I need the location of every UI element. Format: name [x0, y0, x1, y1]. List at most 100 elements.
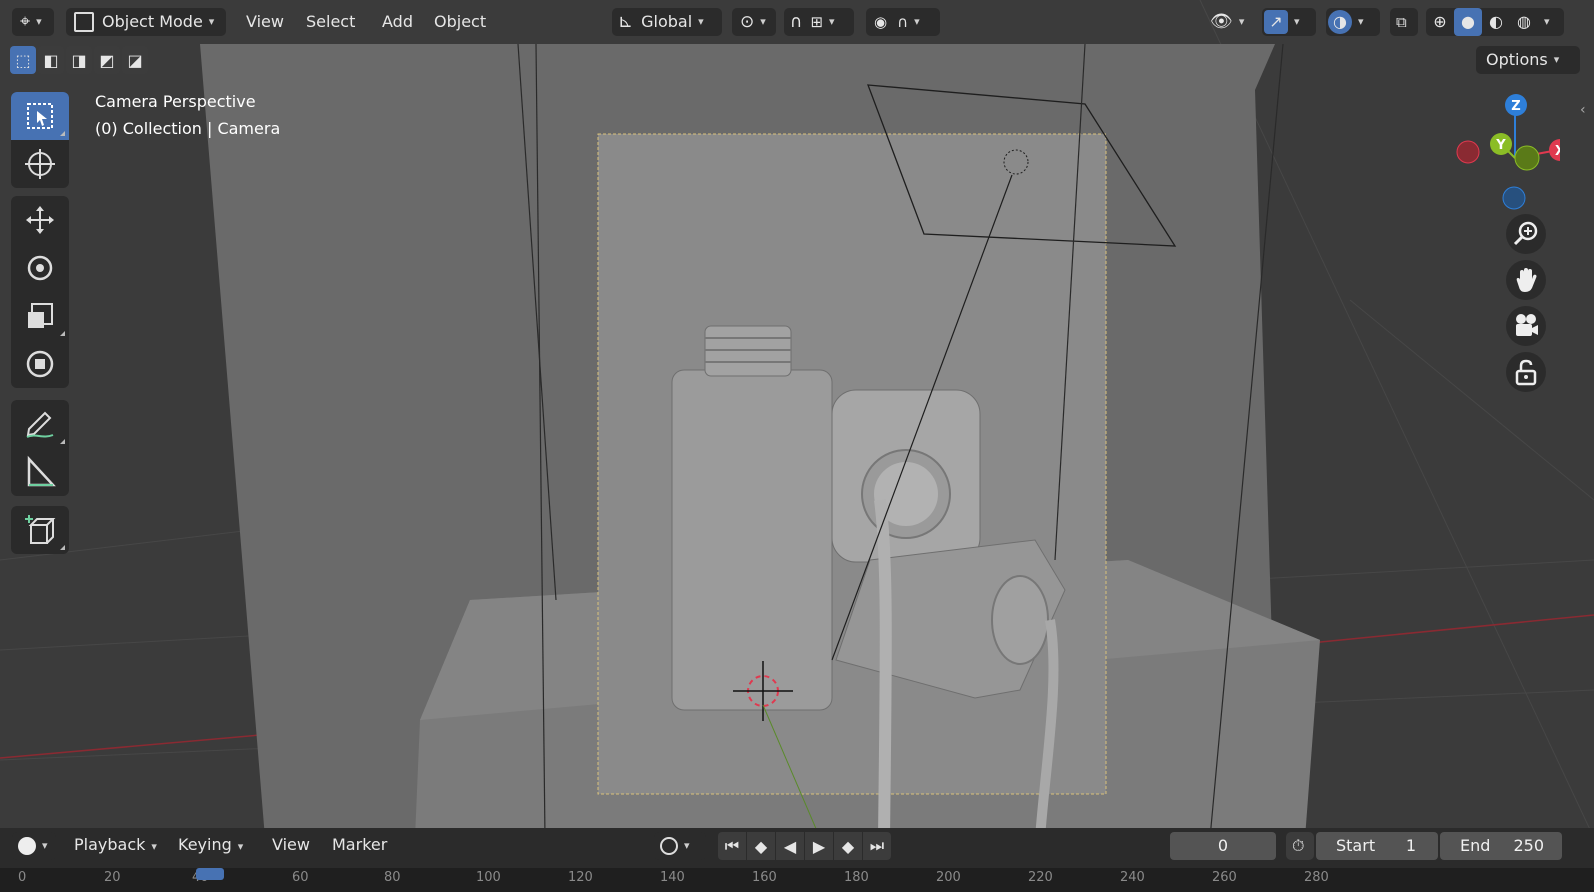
select-box-icon [27, 103, 53, 129]
transform-icon [26, 350, 54, 378]
current-frame-field[interactable]: 0 [1170, 832, 1276, 860]
menu-add[interactable]: Add [374, 8, 421, 36]
neg-y-axis-handle[interactable] [1514, 145, 1540, 171]
snap-toggle[interactable]: ∩ ⊞ ▾ [784, 8, 854, 36]
use-preview-range-toggle[interactable]: ⏱ [1286, 832, 1314, 860]
prev-keyframe-button[interactable]: ◆ [747, 832, 775, 860]
ruler-tick: 200 [936, 870, 961, 885]
jump-start-button[interactable]: ⏮ [718, 832, 746, 860]
select-extend-icon[interactable]: ◧ [38, 46, 64, 74]
ruler-tick: 220 [1028, 870, 1053, 885]
neg-z-axis-handle[interactable] [1502, 186, 1526, 210]
options-dropdown[interactable]: Options ▾ [1476, 46, 1580, 74]
end-value: 250 [1513, 836, 1544, 855]
visibility-dropdown[interactable]: 👁 ▾ [1210, 8, 1254, 36]
xray-toggle[interactable]: ⧉ [1390, 8, 1418, 36]
navigation-gizmo[interactable]: Z Y X [1430, 90, 1560, 220]
viewport-header: ⌖ ▾ Object Mode ▾ View Select Add Object … [0, 0, 1594, 44]
menu-select[interactable]: Select [298, 8, 363, 36]
3d-viewport[interactable]: ⌖ ▾ Object Mode ▾ View Select Add Object … [0, 0, 1594, 838]
move-tool[interactable] [11, 196, 69, 244]
y-axis-label: Y [1495, 138, 1506, 153]
camera-icon [1516, 314, 1538, 336]
end-label: End [1460, 836, 1491, 855]
pan-button[interactable] [1506, 260, 1546, 300]
playhead[interactable] [196, 868, 224, 880]
timeline-menu-playback[interactable]: Playback ▾ [64, 830, 167, 860]
scale-tool[interactable] [11, 292, 69, 340]
start-label: Start [1336, 836, 1376, 855]
jump-end-button[interactable]: ⏭ [863, 832, 891, 860]
rendered-shading-icon[interactable]: ◍ [1510, 8, 1538, 36]
menu-object[interactable]: Object [426, 8, 494, 36]
solid-shading-icon[interactable]: ● [1454, 8, 1482, 36]
gizmo-icon: ↗ [1264, 10, 1288, 34]
annotate-tool[interactable] [11, 400, 69, 448]
start-value: 1 [1405, 836, 1416, 855]
start-frame-field[interactable]: Start 1 [1316, 832, 1438, 860]
cursor-tool[interactable] [11, 140, 69, 188]
measure-ruler-icon [27, 455, 56, 487]
view-name: Camera Perspective [95, 92, 256, 111]
zoom-button[interactable] [1506, 214, 1546, 254]
play-reverse-icon: ◀ [783, 836, 797, 856]
menu-view[interactable]: View [238, 8, 292, 36]
stopwatch-icon: ⏱ [1292, 836, 1305, 855]
shading-modes[interactable]: ⊕ ● ◐ ◍ ▾ [1426, 8, 1564, 36]
mode-selector[interactable]: Object Mode ▾ [66, 8, 226, 36]
rotate-tool[interactable] [11, 244, 69, 292]
ruler-tick: 60 [292, 870, 309, 885]
ruler-tick: 280 [1304, 870, 1329, 885]
next-keyframe-button[interactable]: ◆ [834, 832, 862, 860]
play-reverse-button[interactable]: ◀ [776, 832, 804, 860]
timeline-ruler[interactable]: 0 20 40 60 80 100 120 140 160 180 200 22… [0, 868, 1594, 892]
wireframe-shading-icon[interactable]: ⊕ [1426, 8, 1454, 36]
mode-label: Object Mode [102, 12, 203, 31]
ruler-tick: 260 [1212, 870, 1237, 885]
select-new-icon[interactable]: ⬚ [10, 46, 36, 74]
proportional-editing[interactable]: ◉ ∩ ▾ [866, 8, 940, 36]
tool-group-annotate [11, 400, 69, 496]
editor-type-icon: ⌖ [20, 11, 31, 32]
select-intersect-icon[interactable]: ◪ [122, 46, 148, 74]
camera-view-button[interactable] [1506, 306, 1546, 346]
transform-tool[interactable] [11, 340, 69, 388]
lock-view-button[interactable] [1506, 352, 1546, 392]
move-icon [26, 206, 54, 234]
play-icon: ▶ [812, 836, 826, 856]
ruler-tick: 180 [844, 870, 869, 885]
timeline-menu-view[interactable]: View [262, 830, 320, 860]
timeline-editor-type[interactable]: ▾ [12, 832, 56, 860]
transform-orientation-dropdown[interactable]: ⊾ Global ▾ [612, 8, 722, 36]
selection-mode-buttons: ⬚ ◧ ◨ ◩ ◪ [10, 46, 148, 74]
auto-keying-toggle[interactable]: ▾ [654, 832, 706, 860]
overlays-toggle[interactable]: ◑ ▾ [1326, 8, 1380, 36]
end-frame-field[interactable]: End 250 [1440, 832, 1562, 860]
measure-tool[interactable] [11, 448, 69, 496]
keying-label: Keying [178, 835, 232, 854]
next-keyframe-icon: ◆ [841, 836, 855, 856]
select-box-tool[interactable] [11, 92, 69, 140]
timeline-menu-marker[interactable]: Marker [322, 830, 397, 860]
unlock-icon [1515, 359, 1537, 386]
ruler-tick: 0 [18, 870, 27, 885]
pivot-icon: ⊙ [740, 12, 755, 32]
select-subtract-icon[interactable]: ◨ [66, 46, 92, 74]
select-invert-icon[interactable]: ◩ [94, 46, 120, 74]
neg-x-axis-handle[interactable] [1456, 140, 1480, 164]
prev-keyframe-icon: ◆ [754, 836, 768, 856]
gizmo-toggle[interactable]: ↗ ▾ [1262, 8, 1316, 36]
ruler-tick: 160 [752, 870, 777, 885]
ruler-tick: 120 [568, 870, 593, 885]
tool-group-add [11, 506, 69, 554]
editor-type-button[interactable]: ⌖ ▾ [12, 8, 54, 36]
play-button[interactable]: ▶ [805, 832, 833, 860]
sidebar-toggle-chevron-icon[interactable]: ‹ [1580, 102, 1586, 118]
pivot-point-dropdown[interactable]: ⊙ ▾ [732, 8, 776, 36]
playback-label: Playback [74, 835, 146, 854]
timeline-menu-keying[interactable]: Keying ▾ [168, 830, 253, 860]
tool-group-select [11, 92, 69, 188]
material-shading-icon[interactable]: ◐ [1482, 8, 1510, 36]
tool-group-transform [11, 196, 69, 388]
add-cube-tool[interactable] [11, 506, 69, 554]
